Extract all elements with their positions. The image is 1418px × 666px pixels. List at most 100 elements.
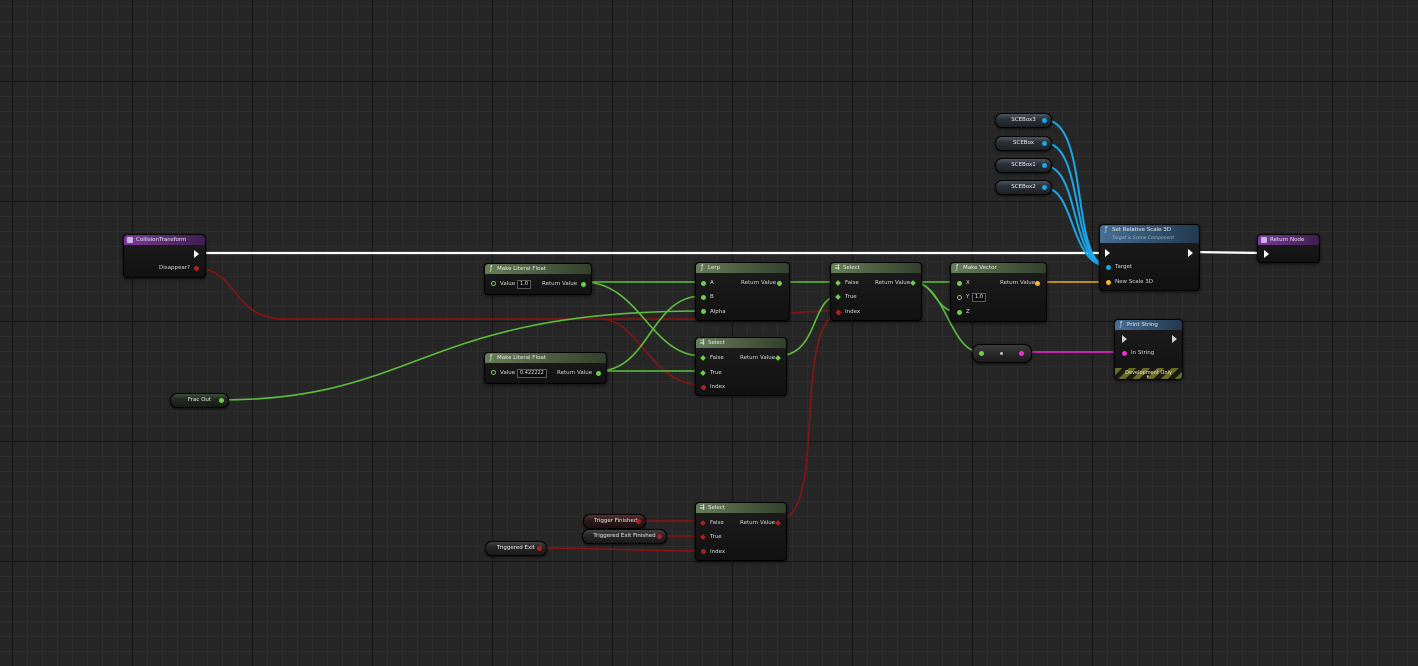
variable-scebox2[interactable]: SCEBox2 <box>995 180 1052 195</box>
object-out-pin[interactable] <box>1042 185 1047 190</box>
variable-scebox[interactable]: SCEBox <box>995 136 1052 151</box>
return-value-pin[interactable] <box>581 282 586 287</box>
true-pin[interactable] <box>700 534 706 540</box>
index-pin[interactable] <box>701 385 706 390</box>
return-node[interactable]: Return Node <box>1257 234 1320 263</box>
value-label: Value <box>500 370 516 376</box>
value-field[interactable]: 0.422222 <box>517 369 547 378</box>
return-value-pin[interactable] <box>775 520 781 526</box>
return-node-title: Return Node <box>1270 237 1305 243</box>
variable-frac-out[interactable]: Frac Out <box>170 393 229 408</box>
exec-wire <box>1189 250 1265 255</box>
return-node-header: Return Node <box>1258 235 1319 245</box>
variable-scebox3[interactable]: SCEBox3 <box>995 113 1052 128</box>
index-label: Index <box>710 549 726 555</box>
value-field[interactable]: 1.0 <box>517 280 531 289</box>
b-label: B <box>710 294 714 300</box>
return-value-pin[interactable] <box>775 355 781 361</box>
bool-out-pin[interactable] <box>537 546 542 551</box>
select-title: Select <box>708 340 725 346</box>
exec-in-pin[interactable] <box>1122 335 1127 343</box>
select-node-2[interactable]: ⇶ Select False Return Value True Index <box>830 262 922 321</box>
select-icon: ⇶ <box>699 339 705 346</box>
variable-triggered-exit[interactable]: Triggered Exit <box>485 541 547 556</box>
value-pin[interactable] <box>491 370 496 375</box>
index-pin[interactable] <box>836 310 841 315</box>
collision-transform-node[interactable]: CollisionTransform Disappear? <box>123 234 206 278</box>
return-value-pin[interactable] <box>1035 281 1040 286</box>
conversion-input-pin[interactable] <box>979 351 984 356</box>
print-string-header: ƒ Print String <box>1115 320 1182 330</box>
make-literal-float-header: ƒ Make Literal Float <box>485 264 591 274</box>
lerp-node[interactable]: ƒ Lerp A Return Value B Alpha <box>695 262 790 321</box>
return-value-label: Return Value <box>542 281 578 287</box>
bool-wire <box>537 547 703 552</box>
select-node-3[interactable]: ⇶ Select False Return Value True Index <box>695 502 787 561</box>
x-pin[interactable] <box>957 281 962 286</box>
conversion-node[interactable] <box>972 344 1032 363</box>
set-relative-scale-subtitle: Target is Scene Component <box>1112 236 1175 241</box>
make-literal-float-node-1[interactable]: ƒ Make Literal Float Value 1.0 Return Va… <box>484 263 592 295</box>
false-label: False <box>710 520 724 526</box>
y-pin[interactable] <box>957 295 962 300</box>
target-pin[interactable] <box>1106 265 1111 270</box>
lerp-title: Lerp <box>708 265 721 271</box>
exec-out-pin[interactable] <box>1188 249 1193 257</box>
print-string-title: Print String <box>1127 322 1158 328</box>
bool-out-pin[interactable] <box>636 519 641 524</box>
index-label: Index <box>710 384 726 390</box>
disappear-pin[interactable] <box>194 266 199 271</box>
y-value-field[interactable]: 1.0 <box>972 293 986 302</box>
select-icon: ⇶ <box>699 504 705 511</box>
false-pin[interactable] <box>700 355 706 361</box>
function-icon: ƒ <box>489 354 493 361</box>
true-label: True <box>710 370 722 376</box>
bool-out-pin[interactable] <box>657 534 662 539</box>
variable-label: SCEBox2 <box>1011 184 1036 190</box>
expand-chevron-icon[interactable]: ▾ <box>1147 374 1150 379</box>
print-string-node[interactable]: ƒ Print String In String Development Onl… <box>1114 319 1183 380</box>
false-pin[interactable] <box>835 280 841 286</box>
exec-in-pin[interactable] <box>1264 250 1269 258</box>
variable-triggered-exit-finished[interactable]: Triggered Exit Finished <box>582 529 667 544</box>
false-pin[interactable] <box>700 520 706 526</box>
bool-wire <box>193 267 703 386</box>
conversion-output-pin[interactable] <box>1019 351 1024 356</box>
index-pin[interactable] <box>701 549 706 554</box>
variable-label: Triggered Exit <box>497 545 535 551</box>
return-value-pin[interactable] <box>910 280 916 286</box>
exec-in-pin[interactable] <box>1105 249 1110 257</box>
make-literal-float-title: Make Literal Float <box>497 266 546 272</box>
true-pin[interactable] <box>700 370 706 376</box>
alpha-pin[interactable] <box>701 309 706 314</box>
set-relative-scale-title: Set Relative Scale 3D <box>1112 227 1171 233</box>
disappear-label: Disappear? <box>159 265 190 271</box>
function-icon: ƒ <box>1104 226 1108 233</box>
object-out-pin[interactable] <box>1042 118 1047 123</box>
in-string-pin[interactable] <box>1122 351 1127 356</box>
object-out-pin[interactable] <box>1042 141 1047 146</box>
new-scale-3d-pin[interactable] <box>1106 280 1111 285</box>
make-vector-node[interactable]: ƒ Make Vector X Return Value Y 1.0 Z <box>950 262 1047 322</box>
return-value-pin[interactable] <box>596 371 601 376</box>
exec-out-pin[interactable] <box>194 250 199 258</box>
variable-scebox1[interactable]: SCEBox1 <box>995 158 1052 173</box>
alpha-label: Alpha <box>710 309 726 315</box>
value-pin[interactable] <box>491 281 496 286</box>
variable-label: SCEBox1 <box>1011 162 1036 168</box>
float-wire <box>219 310 703 401</box>
select-node-1[interactable]: ⇶ Select False Return Value True Index <box>695 337 787 396</box>
a-label: A <box>710 280 714 286</box>
a-pin[interactable] <box>701 281 706 286</box>
true-label: True <box>845 294 857 300</box>
return-value-pin[interactable] <box>777 281 782 286</box>
z-pin[interactable] <box>957 310 962 315</box>
exec-out-pin[interactable] <box>1172 335 1177 343</box>
make-literal-float-node-2[interactable]: ƒ Make Literal Float Value 0.422222 Retu… <box>484 352 607 384</box>
b-pin[interactable] <box>701 295 706 300</box>
set-relative-scale-3d-node[interactable]: ƒ Set Relative Scale 3D Target is Scene … <box>1099 224 1200 291</box>
variable-trigger-finished[interactable]: Trigger Finished <box>583 514 646 529</box>
true-pin[interactable] <box>835 294 841 300</box>
float-out-pin[interactable] <box>219 398 224 403</box>
object-out-pin[interactable] <box>1042 163 1047 168</box>
